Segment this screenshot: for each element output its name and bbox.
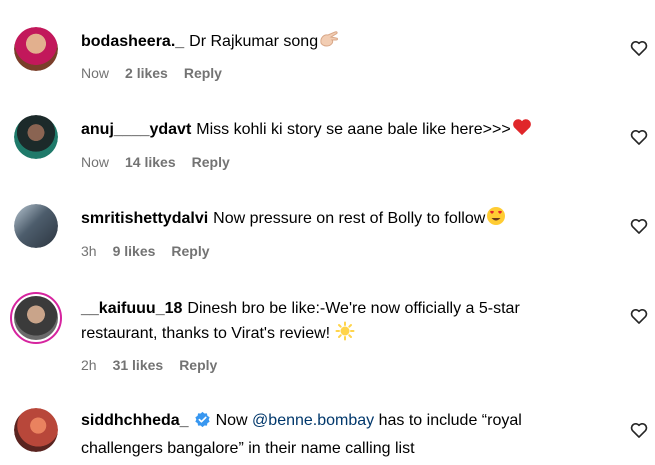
comment-meta: 2h 31 likes Reply (81, 357, 233, 373)
comment-meta: Now 2 likes Reply (81, 65, 238, 81)
like-heart-icon[interactable] (629, 216, 649, 236)
like-heart-icon[interactable] (629, 306, 649, 326)
avatar[interactable] (14, 408, 58, 452)
verified-badge-icon (194, 411, 211, 436)
comment-likes[interactable]: 2 likes (125, 65, 168, 81)
hand-icon (318, 29, 340, 57)
comment-likes[interactable]: 31 likes (113, 357, 164, 373)
comment-text-continued: has to include “royal (378, 412, 522, 429)
avatar[interactable] (14, 204, 58, 248)
comment-time: Now (81, 65, 110, 81)
comment-likes[interactable]: 9 likes (113, 243, 156, 259)
reply-button[interactable]: Reply (184, 65, 222, 81)
comment-username[interactable]: bodasheera._ (81, 33, 184, 50)
comment-username[interactable]: siddhchheda_ (81, 412, 189, 429)
sun-icon (335, 321, 355, 349)
like-heart-icon[interactable] (629, 127, 649, 147)
avatar[interactable] (14, 27, 58, 71)
comment-text-block: anuj____ydavt Miss kohli ki story se aane… (81, 117, 601, 145)
comment-text: Now (215, 412, 248, 429)
comment-text-line1: Dinesh bro be like:-We're now officially… (187, 300, 520, 317)
comment-time: Now (81, 154, 110, 170)
heart-eyes-icon (485, 206, 507, 234)
comment-username[interactable]: smritishettydalvi (81, 210, 208, 227)
comment-text-block: smritishettydalvi Now pressure on rest of… (81, 206, 601, 234)
comment-username[interactable]: __kaifuuu_18 (81, 300, 182, 317)
comment-likes[interactable]: 14 likes (125, 154, 176, 170)
red-heart-icon (511, 117, 533, 145)
comments-list: bodasheera._ Dr Rajkumar song Now 2 likes R… (0, 0, 655, 465)
comment-text: Now pressure on rest of Bolly to follow (213, 210, 486, 227)
comment-text: Miss kohli ki story se aane bale like he… (196, 121, 511, 138)
comment-text-block: __kaifuuu_18 Dinesh bro be like:-We're no… (81, 296, 601, 349)
reply-button[interactable]: Reply (192, 154, 230, 170)
avatar[interactable] (14, 115, 58, 159)
reply-button[interactable]: Reply (171, 243, 209, 259)
comment-text: Dr Rajkumar song (189, 33, 319, 50)
comment-text-line2: restaurant, thanks to Virat's review! (81, 325, 331, 342)
comment-meta: Now 14 likes Reply (81, 154, 246, 170)
comment-text-line2: challengers bangalore” in their name cal… (81, 440, 415, 457)
comment-time: 3h (81, 243, 97, 259)
like-heart-icon[interactable] (629, 38, 649, 58)
comment-text-block: bodasheera._ Dr Rajkumar song (81, 29, 601, 57)
like-heart-icon[interactable] (629, 420, 649, 440)
reply-button[interactable]: Reply (179, 357, 217, 373)
avatar-story-ring[interactable] (10, 292, 62, 344)
comment-text-block: siddhchheda_ Now @benne.bombay has to inc… (81, 408, 601, 461)
comment-meta: 3h 9 likes Reply (81, 243, 226, 259)
comment-time: 2h (81, 357, 97, 373)
mention-link[interactable]: @benne.bombay (252, 412, 374, 429)
comment-username[interactable]: anuj____ydavt (81, 121, 191, 138)
